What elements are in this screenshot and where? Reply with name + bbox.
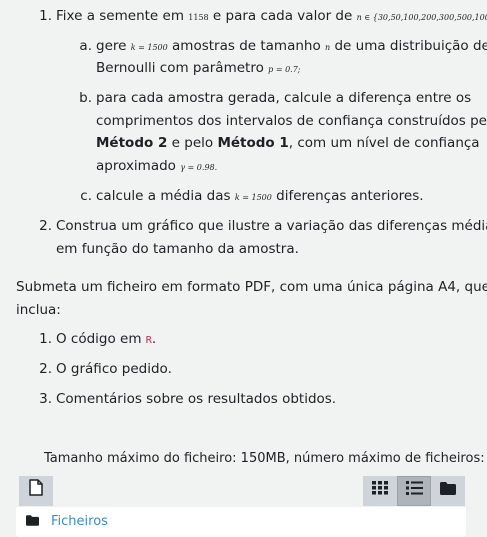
step-2-marker: 2.	[39, 218, 52, 234]
file-manager-path: Ficheiros	[26, 512, 108, 532]
folder-view-icon	[440, 480, 456, 503]
submit-line2: inclua:	[16, 301, 61, 318]
step-1-text-after: e para cada valor de	[212, 8, 353, 24]
list-view-icon	[405, 480, 423, 503]
step-1b-marker: b.	[79, 90, 92, 106]
submit-line1: Submeta um ficheiro em formato PDF, com …	[16, 279, 487, 295]
step-1a-marker: a.	[79, 38, 92, 54]
file-manager: Ficheiros	[16, 470, 466, 537]
step-1b-tail: , com um nível de confiança	[288, 135, 480, 151]
step-1-marker: 1.	[39, 8, 52, 24]
step-1c-t2: diferenças anteriores.	[276, 188, 424, 204]
step-2-line1: Construa um gráfico que ilustre a variaç…	[56, 218, 487, 234]
submit-item-2-marker: 2.	[39, 361, 52, 377]
add-file-button[interactable]	[19, 476, 53, 506]
submit-item-2-text: O gráfico pedido.	[56, 361, 172, 377]
step-1b-line1: para cada amostra gerada, calcule a dife…	[96, 90, 472, 106]
p-value: p = 0.7;	[268, 65, 301, 74]
step-1a-t1: gere	[96, 38, 127, 54]
file-manager-toolbar	[16, 470, 466, 507]
step-1a-t3: de uma distribuição de	[334, 38, 487, 54]
view-tree-button[interactable]	[431, 476, 465, 506]
k-value: k = 1500	[130, 43, 168, 52]
k-value-2: k = 1500	[234, 193, 272, 202]
n-symbol: n	[325, 43, 331, 52]
step-1a-line2: Bernoulli com parâmetro	[96, 60, 264, 76]
step-1c-t1: calcule a média das	[96, 188, 231, 204]
grid-view-icon	[372, 480, 388, 503]
file-limits-text: Tamanho máximo do ficheiro: 150MB, númer…	[44, 451, 487, 466]
view-icons-button[interactable]	[363, 476, 397, 506]
submit-item-3-text: Comentários sobre os resultados obtidos.	[56, 391, 337, 407]
seed-value: 1158	[188, 13, 209, 22]
method-1-label: Método 1	[217, 135, 289, 151]
gamma-value: γ = 0.98.	[180, 162, 218, 172]
step-2-line2: em função do tamanho da amostra.	[56, 240, 299, 257]
view-list-button[interactable]	[397, 476, 431, 506]
step-1-text-before: Fixe a semente em	[56, 8, 184, 24]
n-set: n ∈ {30,50,100,200,300,500,1000}:	[356, 13, 487, 22]
submit-paragraph: Submeta um ficheiro em formato PDF, com …	[16, 276, 487, 321]
submit-item-1-text: O código em	[56, 331, 142, 347]
submit-item-1-end: .	[151, 331, 157, 347]
method-2-label: Método 2	[96, 135, 168, 151]
folder-icon	[26, 511, 39, 534]
step-1a-t2: amostras de tamanho	[172, 38, 321, 54]
file-icon	[29, 479, 43, 504]
step-1c-marker: c.	[80, 188, 92, 204]
step-1b-line2: comprimentos dos intervalos de confiança…	[96, 112, 487, 129]
submit-item-1-marker: 1.	[39, 331, 52, 347]
files-folder-link[interactable]: Ficheiros	[51, 511, 108, 534]
step-1b-line4: aproximado	[96, 157, 176, 174]
submit-item-3-marker: 3.	[39, 391, 52, 407]
step-1b-mid: e pelo	[171, 135, 214, 151]
